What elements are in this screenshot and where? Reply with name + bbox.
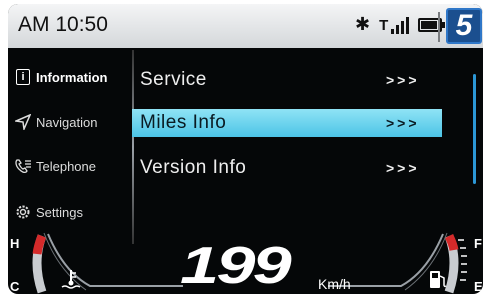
gear-icon — [14, 203, 32, 221]
chevron-right-icon: >>> — [386, 115, 420, 131]
fuel-empty-label: E — [474, 279, 483, 294]
sidebar-item-label: Telephone — [36, 158, 96, 174]
signal-icon: T — [379, 16, 410, 34]
navigation-arrow-icon — [14, 113, 32, 131]
sidebar-item-label: Navigation — [36, 114, 98, 130]
coolant-temperature-icon — [60, 268, 82, 294]
dashboard-screen: AM 10:50 ✱ T 5 i Information Navigation — [8, 4, 483, 294]
menu-item-service[interactable]: Service >>> — [132, 66, 442, 94]
chevron-right-icon: >>> — [386, 160, 420, 176]
temp-low-label: C — [10, 279, 20, 294]
info-icon: i — [14, 68, 32, 86]
sidebar-item-information[interactable]: i Information — [14, 68, 108, 86]
signal-label: T — [379, 16, 389, 34]
fuel-full-label: F — [474, 236, 482, 251]
temp-high-label: H — [10, 236, 20, 251]
bluetooth-icon: ✱ — [355, 14, 371, 34]
clock: AM 10:50 — [18, 13, 108, 36]
status-divider — [438, 12, 440, 42]
sidebar-item-telephone[interactable]: Telephone — [14, 157, 96, 175]
status-bar: AM 10:50 ✱ T 5 — [8, 4, 483, 48]
sidebar-item-label: Information — [36, 69, 108, 85]
fuel-pump-icon — [428, 268, 448, 294]
speed-unit: Km/h — [318, 276, 351, 292]
sidebar-item-navigation[interactable]: Navigation — [14, 113, 97, 131]
sidebar-item-settings[interactable]: Settings — [14, 203, 83, 221]
status-icons: ✱ T — [355, 14, 446, 35]
sidebar: i Information Navigation Telephone Setti… — [8, 48, 128, 244]
menu-item-miles-info[interactable]: Miles Info >>> — [132, 109, 442, 137]
menu-item-label: Service — [140, 69, 207, 90]
brand-logo: 5 — [446, 8, 482, 44]
scrollbar[interactable] — [473, 74, 476, 184]
speed-readout: 199 — [180, 237, 292, 294]
sidebar-item-label: Settings — [36, 204, 83, 220]
chevron-right-icon: >>> — [386, 72, 420, 88]
menu-item-label: Miles Info — [140, 112, 227, 133]
menu-item-version-info[interactable]: Version Info >>> — [132, 154, 442, 182]
menu-item-label: Version Info — [140, 157, 247, 178]
phone-icon — [14, 157, 32, 175]
